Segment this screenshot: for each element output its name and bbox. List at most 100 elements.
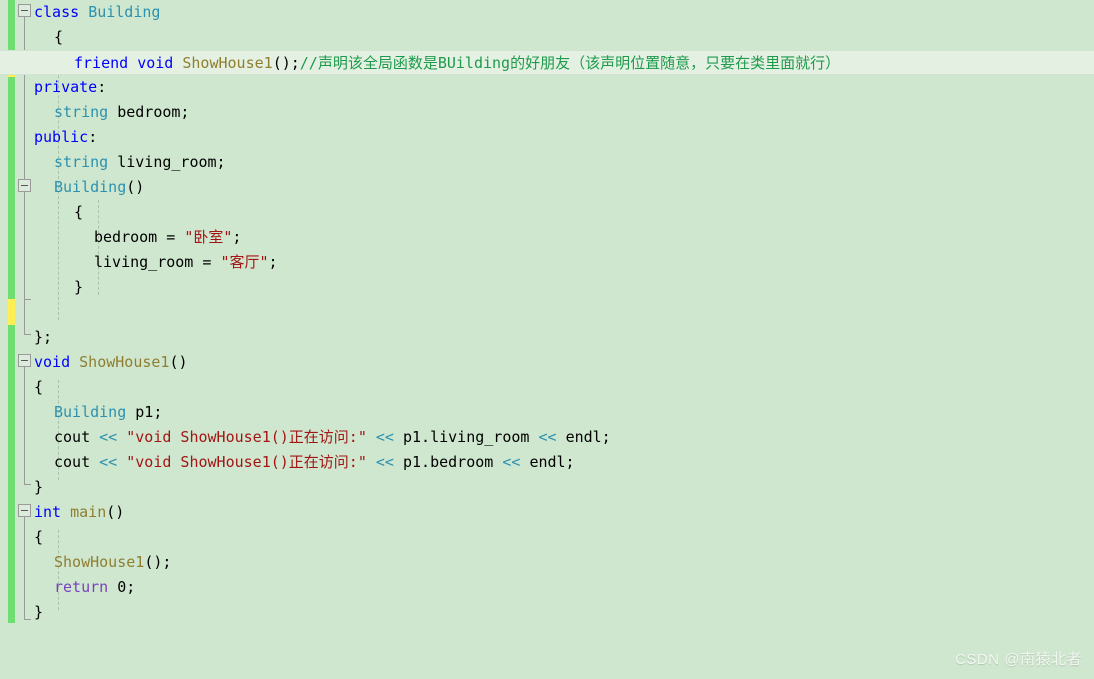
code-token-typ: Building [54, 178, 127, 196]
code-token-pl: : [88, 128, 98, 146]
code-line-text: void ShowHouse1() [0, 350, 188, 375]
code-token-str: "客厅" [220, 253, 269, 271]
code-line-text: cout << "void ShowHouse1()正在访问:" << p1.b… [0, 450, 575, 475]
code-token-op: << [366, 428, 403, 446]
code-token-pl: living_room; [117, 153, 226, 171]
code-line[interactable]: ShowHouse1(); [0, 550, 1094, 575]
code-token-pl: } [74, 278, 84, 296]
code-line-text: ShowHouse1(); [0, 550, 171, 575]
code-line-text: { [0, 375, 43, 400]
code-token-pl: { [74, 203, 84, 221]
code-token-pl: { [34, 528, 44, 546]
code-token-pl: } [34, 603, 44, 621]
code-line[interactable]: cout << "void ShowHouse1()正在访问:" << p1.b… [0, 450, 1094, 475]
code-token-str: "卧室" [184, 228, 233, 246]
code-line-text: private: [0, 75, 106, 100]
code-line[interactable]: { [0, 200, 1094, 225]
code-line-text: living_room = "客厅"; [0, 250, 278, 275]
code-line-text: } [0, 600, 43, 625]
code-token-fn: ShowHouse1 [182, 54, 273, 72]
code-token-pl: } [34, 478, 44, 496]
code-token-pl: endl; [529, 453, 575, 471]
code-line[interactable]: private: [0, 75, 1094, 100]
code-token-pl: () [126, 178, 145, 196]
code-token-kw: public [34, 128, 89, 146]
code-line[interactable]: void ShowHouse1() [0, 350, 1094, 375]
code-line-text: return 0; [0, 575, 135, 600]
code-line[interactable]: string living_room; [0, 150, 1094, 175]
code-token-str: "void ShowHouse1()正在访问:" [126, 453, 367, 471]
code-token-op: << [99, 428, 127, 446]
code-line[interactable]: } [0, 475, 1094, 500]
code-token-pl: cout [54, 453, 100, 471]
code-line[interactable]: int main() [0, 500, 1094, 525]
code-text-area[interactable]: class Building{friend void ShowHouse1();… [0, 0, 1094, 679]
code-line[interactable]: Building p1; [0, 400, 1094, 425]
code-line-current[interactable]: friend void ShowHouse1();//声明该全局函数是BUild… [0, 50, 1094, 75]
code-token-pl: (); [144, 553, 172, 571]
code-line-text: public: [0, 125, 97, 150]
code-token-fn: main [70, 503, 107, 521]
code-token-pl: (); [272, 54, 300, 72]
code-token-fn: ShowHouse1 [79, 353, 170, 371]
code-line-text: cout << "void ShowHouse1()正在访问:" << p1.l… [0, 425, 611, 450]
code-line[interactable]: Building() [0, 175, 1094, 200]
code-token-pl: }; [34, 328, 53, 346]
code-line[interactable]: } [0, 600, 1094, 625]
code-line[interactable]: { [0, 375, 1094, 400]
code-token-pl: p1; [126, 403, 163, 421]
code-token-typ: string [54, 153, 118, 171]
code-token-kw: private [34, 78, 98, 96]
code-line-text: int main() [0, 500, 124, 525]
code-token-op: << [529, 428, 566, 446]
code-line[interactable]: return 0; [0, 575, 1094, 600]
code-token-kw: friend [74, 54, 138, 72]
code-line-text: { [0, 200, 83, 225]
code-editor[interactable]: class Building{friend void ShowHouse1();… [0, 0, 1094, 679]
code-line-text: string bedroom; [0, 100, 189, 125]
code-line[interactable] [0, 300, 1094, 325]
code-line-text: { [0, 525, 43, 550]
code-token-pl: 0; [117, 578, 136, 596]
code-token-kw: int [34, 503, 71, 521]
code-token-str: "void ShowHouse1()正在访问:" [126, 428, 367, 446]
code-line[interactable]: }; [0, 325, 1094, 350]
code-line-text: { [0, 25, 63, 50]
code-token-pl: endl; [565, 428, 611, 446]
code-token-op: << [99, 453, 127, 471]
code-line[interactable]: public: [0, 125, 1094, 150]
code-line-text: class Building [0, 0, 160, 25]
code-token-op: << [493, 453, 530, 471]
code-line[interactable]: { [0, 25, 1094, 50]
code-token-pl: cout [54, 428, 100, 446]
code-token-pl: () [106, 503, 125, 521]
code-line[interactable]: class Building [0, 0, 1094, 25]
code-token-cmt: //声明该全局函数是BUilding的好朋友（该声明位置随意，只要在类里面就行） [299, 54, 841, 72]
code-line[interactable]: } [0, 275, 1094, 300]
code-token-pl: ; [232, 228, 242, 246]
code-token-op: << [366, 453, 403, 471]
code-line-text: friend void ShowHouse1();//声明该全局函数是BUild… [0, 51, 840, 76]
code-token-kw: void [34, 353, 80, 371]
code-token-typ: Building [88, 3, 161, 21]
code-token-pl: () [169, 353, 188, 371]
code-token-pl: ; [268, 253, 278, 271]
code-token-pl: bedroom; [117, 103, 190, 121]
code-line-text: Building() [0, 175, 144, 200]
csdn-watermark: CSDN @南猿北者 [955, 651, 1082, 668]
code-token-typ: string [54, 103, 118, 121]
code-token-ret: return [54, 578, 118, 596]
code-line-text: }; [0, 325, 52, 350]
code-line[interactable]: string bedroom; [0, 100, 1094, 125]
code-line[interactable]: { [0, 525, 1094, 550]
code-line-text: string living_room; [0, 150, 226, 175]
code-token-pl: p1.living_room [403, 428, 530, 446]
code-line-text: Building p1; [0, 400, 162, 425]
code-line[interactable]: cout << "void ShowHouse1()正在访问:" << p1.l… [0, 425, 1094, 450]
code-line-text: } [0, 275, 83, 300]
code-line[interactable]: bedroom = "卧室"; [0, 225, 1094, 250]
code-token-fn: ShowHouse1 [54, 553, 145, 571]
code-line[interactable]: living_room = "客厅"; [0, 250, 1094, 275]
code-token-pl: : [97, 78, 107, 96]
code-token-pl: bedroom = [94, 228, 185, 246]
